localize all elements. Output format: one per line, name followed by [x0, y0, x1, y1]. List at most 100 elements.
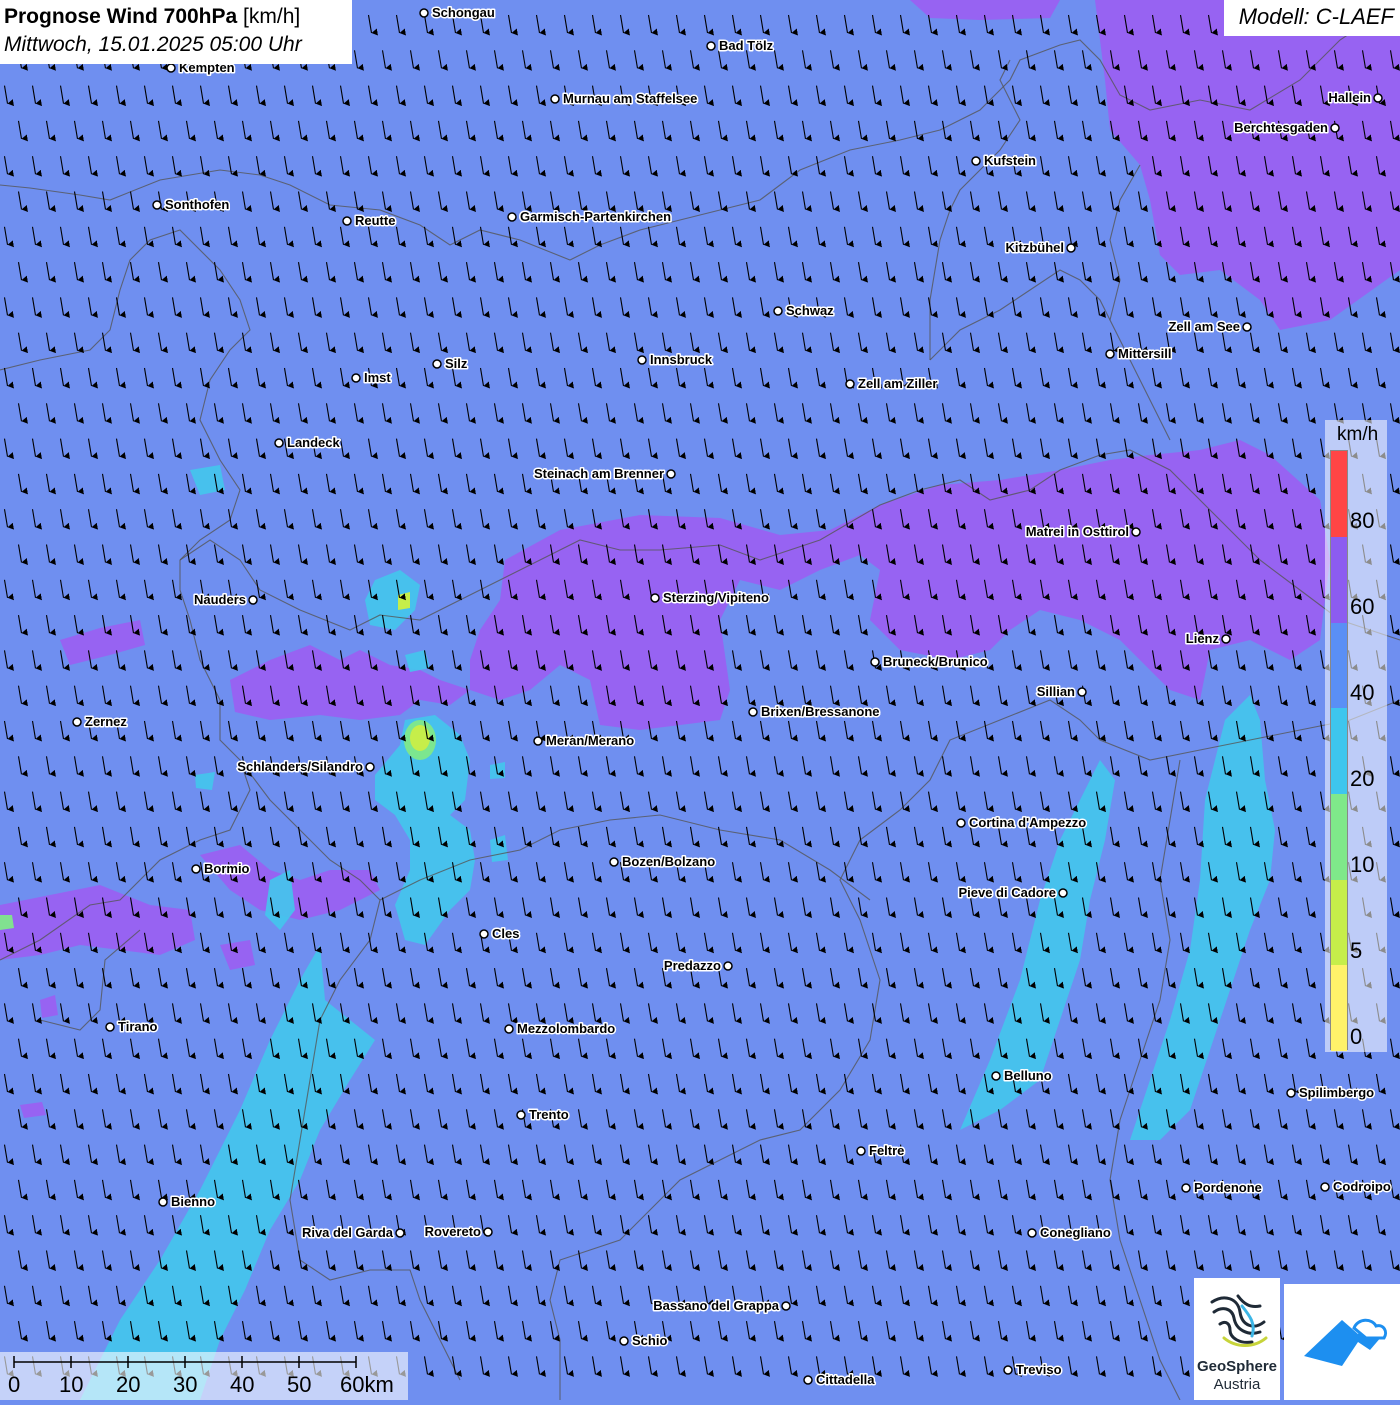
city-marker: Bozen/Bolzano: [609, 853, 717, 871]
legend-tick-label: 40: [1350, 680, 1375, 705]
city-dot: [870, 657, 880, 667]
city-dot: [956, 818, 966, 828]
city-label: Mezzolombardo: [517, 1021, 615, 1036]
city-dot: [856, 1146, 866, 1156]
city-marker: Meran/Merano: [533, 732, 636, 750]
city-dot: [550, 94, 560, 104]
city-label: Predazzo: [664, 958, 721, 973]
city-marker: Spilimbergo: [1286, 1084, 1376, 1102]
legend-tick-label: 80: [1350, 508, 1375, 533]
city-label: Rovereto: [425, 1224, 481, 1239]
city-dot: [650, 593, 660, 603]
city-dot: [1320, 1182, 1330, 1192]
city-label: Zell am See: [1168, 319, 1240, 334]
city-label: Sonthofen: [165, 197, 229, 212]
city-label: Schio: [632, 1333, 667, 1348]
city-marker: Schlanders/Silandro: [236, 758, 375, 776]
city-label: Murnau am Staffelsee: [563, 91, 697, 106]
legend-color-segment: [1331, 537, 1347, 623]
logo-subtitle: Austria: [1213, 1376, 1261, 1393]
city-dot: [803, 1375, 813, 1385]
city-label: Pieve di Cadore: [958, 885, 1056, 900]
city-dot: [395, 1228, 405, 1238]
city-dot: [479, 929, 489, 939]
city-dot: [166, 63, 176, 73]
city-dot: [365, 762, 375, 772]
city-dot: [507, 212, 517, 222]
city-label: Steinach am Brenner: [534, 466, 664, 481]
city-label: Landeck: [287, 435, 341, 450]
scale-label: 20: [116, 1372, 140, 1397]
city-marker: Matrei in Osttirol: [1024, 523, 1141, 541]
city-dot: [1077, 687, 1087, 697]
city-dot: [637, 355, 647, 365]
city-dot: [971, 156, 981, 166]
city-label: Innsbruck: [650, 352, 713, 367]
legend-color-segment: [1331, 708, 1347, 794]
city-label: Reutte: [355, 213, 395, 228]
city-dot: [1242, 322, 1252, 332]
legend-color-segment: [1331, 794, 1347, 880]
map-title-unit: [km/h]: [243, 5, 301, 28]
city-label: Trento: [529, 1107, 569, 1122]
city-dot: [248, 595, 258, 605]
city-label: Cles: [492, 926, 519, 941]
city-marker: Pordenone: [1181, 1179, 1263, 1197]
city-dot: [781, 1301, 791, 1311]
city-dot: [609, 857, 619, 867]
map-title-main: Prognose Wind 700hPa: [4, 5, 238, 28]
forecast-date: Mittwoch, 15.01.2025 05:00 Uhr: [4, 33, 302, 56]
scale-bar: 0 10 20 30 40 50 60km: [0, 1352, 408, 1400]
city-label: Pordenone: [1194, 1180, 1262, 1195]
scale-label: 30: [173, 1372, 197, 1397]
geosphere-logo-icon: [1210, 1294, 1268, 1347]
city-label: Bozen/Bolzano: [622, 854, 715, 869]
city-marker: Steinach am Brenner: [532, 465, 676, 483]
city-dot: [1066, 243, 1076, 253]
city-dot: [773, 306, 783, 316]
city-marker: Mezzolombardo: [504, 1020, 617, 1038]
city-marker: Sonthofen: [152, 196, 231, 214]
city-label: Schwaz: [786, 303, 834, 318]
city-label: Zernez: [85, 714, 127, 729]
legend-color-segment: [1331, 623, 1347, 708]
city-dot: [419, 8, 429, 18]
city-label: Conegliano: [1040, 1225, 1111, 1240]
city-marker: Riva del Garda: [300, 1224, 405, 1242]
city-dot: [1286, 1088, 1296, 1098]
city-dot: [516, 1110, 526, 1120]
city-label: Spilimbergo: [1299, 1085, 1374, 1100]
city-dot: [1373, 93, 1383, 103]
city-label: Tirano: [118, 1019, 158, 1034]
legend-tick-label: 60: [1350, 594, 1375, 619]
legend-tick-label: 20: [1350, 766, 1375, 791]
city-label: Berchtesgaden: [1234, 120, 1328, 135]
city-label: Bassano del Grappa: [653, 1298, 779, 1313]
scale-label: 40: [230, 1372, 254, 1397]
legend-color-segment: [1331, 965, 1347, 1051]
city-marker: Cortina d'Ampezzo: [956, 814, 1088, 832]
city-dot: [991, 1071, 1001, 1081]
city-label: Bienno: [171, 1194, 215, 1209]
city-dot: [483, 1227, 493, 1237]
city-label: Bad Tölz: [719, 38, 774, 53]
legend-color-segment: [1331, 880, 1347, 965]
city-dot: [274, 438, 284, 448]
city-dot: [158, 1197, 168, 1207]
city-dot: [533, 736, 543, 746]
city-dot: [152, 200, 162, 210]
city-label: Kitzbühel: [1006, 240, 1065, 255]
scale-label: 60km: [340, 1372, 394, 1397]
city-dot: [706, 41, 716, 51]
city-label: Imst: [364, 370, 391, 385]
cyan-zone-small-1: [195, 772, 215, 790]
city-dot: [191, 864, 201, 874]
city-marker: Zell am Ziller: [845, 375, 939, 393]
city-label: Kufstein: [984, 153, 1036, 168]
model-label: Modell: C-LAEF: [1224, 0, 1400, 36]
city-dot: [342, 216, 352, 226]
city-dot: [845, 379, 855, 389]
city-label: Hallein: [1328, 90, 1371, 105]
city-label: Nauders: [194, 592, 246, 607]
legend-tick-label: 5: [1350, 938, 1363, 963]
